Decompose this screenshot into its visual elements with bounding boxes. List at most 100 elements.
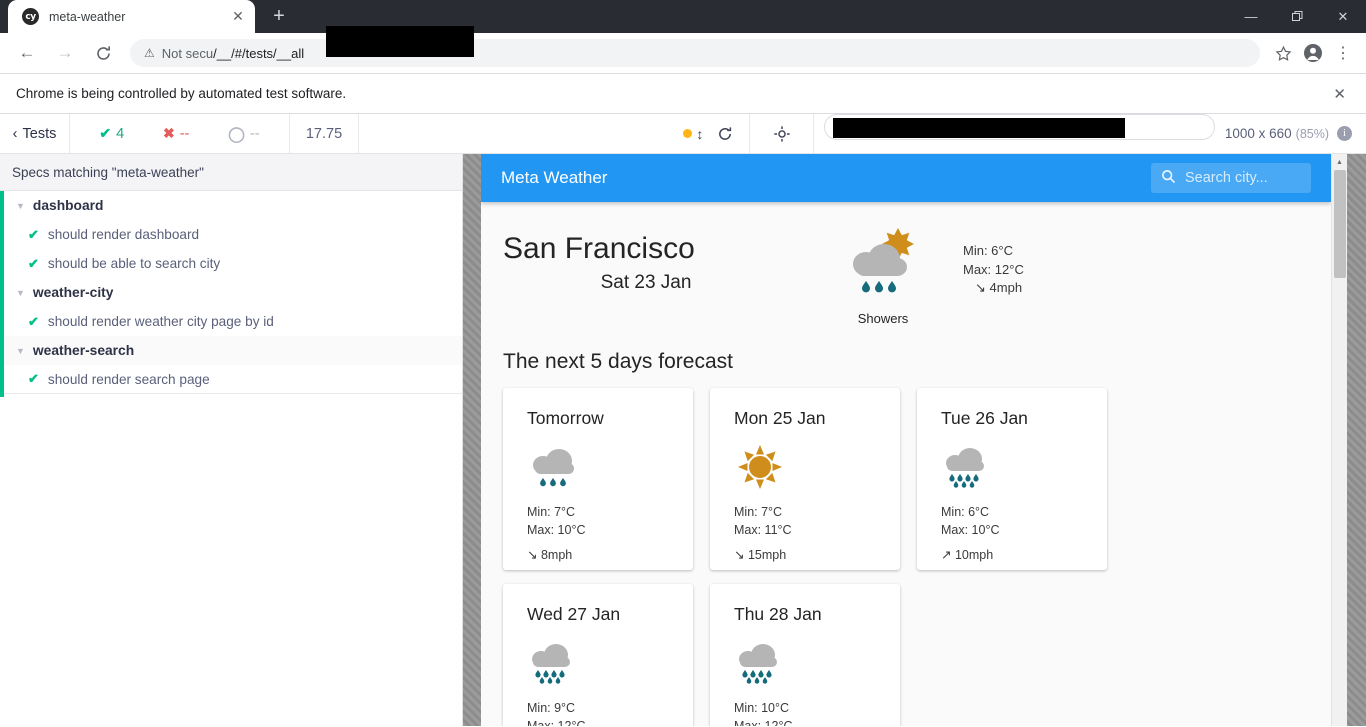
forecast-wind-speed: 15mph (747, 548, 787, 562)
forecast-min-temp: Min: 9°C (527, 701, 576, 715)
forecast-card[interactable]: Mon 25 Jan Min: 7°C Max: 11°C ↘ 15mph (710, 388, 900, 570)
forecast-temps: Min: 9°C Max: 12°C (527, 699, 669, 726)
showers-sun-icon (840, 226, 926, 309)
test-stats: ✔ 4 ✖ -- ◯ -- (70, 114, 290, 153)
test-item[interactable]: ✔ should render dashboard (0, 220, 462, 249)
window-controls: — ✕ (1228, 0, 1366, 33)
forecast-min-temp: Min: 6°C (941, 505, 990, 519)
forecast-wind-speed: 8mph (540, 548, 573, 562)
check-icon: ✔ (99, 125, 112, 141)
back-to-tests-label: Tests (22, 125, 57, 142)
wind-direction-arrow-icon: ↘ (975, 281, 986, 296)
cypress-header: ‹ Tests ✔ 4 ✖ -- ◯ -- 17.75 ↕ 1000 x 660… (0, 114, 1366, 154)
test-label: should render weather city page by id (47, 314, 274, 329)
app-url-redaction-overlay (833, 118, 1126, 138)
current-weather-icon-block: Showers (803, 224, 963, 326)
forecast-card[interactable]: Wed 27 Jan Min: 9°C Max: 12°C (503, 584, 693, 726)
forecast-day: Tomorrow (527, 408, 604, 428)
app-preview-pane: Meta Weather Search city... San Francisc… (463, 154, 1366, 726)
automation-notice-text: Chrome is being controlled by automated … (16, 86, 347, 101)
chevron-down-icon[interactable]: ▼ (16, 201, 25, 211)
forecast-card[interactable]: Tomorrow Min: 7°C Max: 10°C ↘ 8mph (503, 388, 693, 570)
address-bar[interactable]: ⚠ Not secu /__/#/tests/__all (130, 26, 1260, 67)
city-search-placeholder: Search city... (1185, 170, 1268, 186)
tab-close-icon[interactable]: ✕ (229, 8, 247, 26)
reload-button-icon[interactable] (87, 37, 119, 69)
window-restore-icon[interactable] (1274, 0, 1320, 33)
suite-dashboard[interactable]: ▼ dashboard (0, 191, 462, 220)
viewport-info-icon[interactable]: i (1337, 126, 1352, 141)
check-icon: ✔ (28, 371, 39, 386)
browser-tab[interactable]: cy meta-weather ✕ (8, 0, 255, 33)
spec-list: ▼ dashboard ✔ should render dashboard ✔ … (0, 191, 462, 726)
profile-avatar-icon[interactable] (1298, 38, 1328, 68)
chevron-down-icon[interactable]: ▼ (16, 346, 25, 356)
light-rain-icon (527, 443, 669, 499)
forecast-max-temp: Max: 10°C (527, 523, 586, 537)
forecast-day: Wed 27 Jan (527, 604, 621, 624)
app-vertical-scrollbar[interactable]: ▲ (1331, 154, 1347, 726)
window-minimize-icon[interactable]: — (1228, 0, 1274, 33)
weather-app: Meta Weather Search city... San Francisc… (481, 154, 1331, 726)
cypress-runner-body: Specs matching "meta-weather" ▼ dashboar… (0, 154, 1366, 726)
forecast-section-title: The next 5 days forecast (503, 350, 733, 373)
wind-direction-arrow-icon: ↗ (941, 547, 952, 562)
forecast-wind-speed: 10mph (954, 548, 994, 562)
current-weather-section: San Francisco Sat 23 Jan Showers Min: 6°… (503, 224, 1309, 326)
auto-scroll-status-dot-icon (683, 129, 693, 138)
city-search-box[interactable]: Search city... (1151, 163, 1311, 193)
specs-matching-header: Specs matching "meta-weather" (0, 154, 462, 191)
bookmark-star-icon[interactable] (1268, 38, 1298, 68)
viewport-scale-label: (85%) (1295, 126, 1329, 141)
auto-scroll-toggle[interactable]: ↕ (683, 126, 703, 142)
chevron-down-icon[interactable]: ▼ (16, 288, 25, 298)
automation-notice-close-icon[interactable]: ✕ (1329, 85, 1350, 103)
app-header: Meta Weather Search city... (481, 154, 1331, 202)
current-weather-stats: Min: 6°C Max: 12°C ↘ 4mph (963, 224, 1024, 299)
forecast-card[interactable]: Thu 28 Jan Min: 10°C Max: 12°C (710, 584, 900, 726)
suite-label: dashboard (32, 198, 104, 213)
browser-menu-icon[interactable]: ⋮ (1328, 38, 1358, 68)
scrollbar-thumb[interactable] (1334, 170, 1346, 278)
forecast-day: Mon 25 Jan (734, 408, 826, 428)
pass-status-strip (0, 191, 4, 397)
cypress-favicon-icon: cy (22, 8, 39, 25)
test-item[interactable]: ✔ should be able to search city (0, 249, 462, 278)
heavy-rain-icon (734, 639, 876, 695)
viewport-info: 1000 x 660 (85%) i (1225, 114, 1366, 153)
stat-passed: ✔ 4 (99, 125, 124, 142)
window-close-icon[interactable]: ✕ (1320, 0, 1366, 33)
restart-tests-button[interactable] (717, 126, 733, 142)
app-url-bar[interactable] (824, 114, 1215, 140)
pending-count: -- (249, 125, 260, 142)
back-to-tests-button[interactable]: ‹ Tests (0, 114, 70, 153)
test-duration: 17.75 (290, 114, 359, 153)
back-button-icon[interactable]: ← (11, 37, 43, 69)
forward-button-icon[interactable]: → (49, 37, 81, 69)
scroll-up-arrow-icon[interactable]: ▲ (1332, 154, 1347, 170)
test-item[interactable]: ✔ should render weather city page by id (0, 307, 462, 336)
selector-playground-button[interactable] (750, 114, 815, 153)
suite-weather-search[interactable]: ▼ weather-search (0, 336, 462, 365)
test-item[interactable]: ✔ should render search page (0, 365, 462, 394)
up-down-arrow-icon: ↕ (696, 125, 704, 142)
current-condition-label: Showers (857, 311, 909, 326)
current-date: Sat 23 Jan (600, 272, 692, 293)
failed-count: -- (179, 125, 190, 142)
forecast-card[interactable]: Tue 26 Jan Min: 6°C Max: 10°C ↗ 10mph (917, 388, 1107, 570)
test-label: should render search page (47, 371, 210, 387)
forecast-max-temp: Max: 12°C (527, 719, 586, 726)
current-max-temp: Max: 12°C (963, 261, 1024, 277)
suite-label: weather-city (32, 285, 114, 300)
suite-weather-city[interactable]: ▼ weather-city (0, 278, 462, 307)
passed-count: 4 (116, 125, 125, 142)
tab-title: meta-weather (49, 9, 126, 24)
new-tab-button[interactable]: + (265, 2, 293, 30)
test-label: should render dashboard (47, 227, 200, 242)
forecast-day: Tue 26 Jan (941, 408, 1028, 428)
circle-icon: ◯ (228, 125, 245, 143)
security-label: Not secu (161, 45, 214, 61)
check-icon: ✔ (28, 255, 39, 271)
forecast-max-temp: Max: 11°C (734, 523, 792, 537)
current-city-block: San Francisco Sat 23 Jan (503, 224, 803, 294)
